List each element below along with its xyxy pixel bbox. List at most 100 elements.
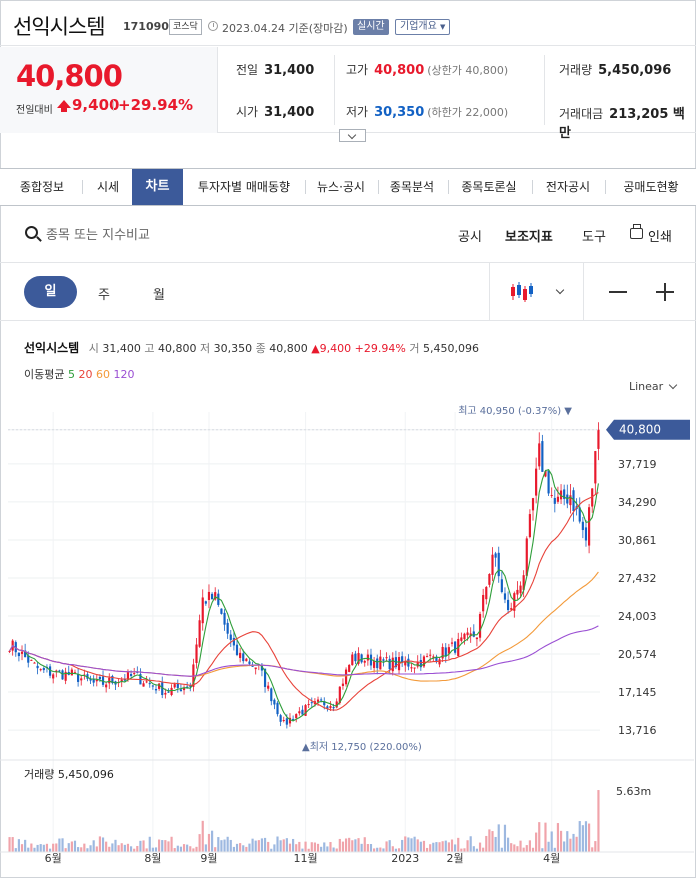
moving-average-legend[interactable]: 이동평균 5 20 60 120 bbox=[24, 366, 134, 382]
tab-discussion[interactable]: 종목토론실 bbox=[451, 169, 527, 205]
period-week-button[interactable]: 주 bbox=[98, 284, 110, 303]
tab-quotes[interactable]: 시세 bbox=[88, 169, 128, 205]
candle-body bbox=[145, 681, 148, 683]
tab-short-selling[interactable]: 공매도현황 bbox=[609, 169, 693, 205]
candle-body bbox=[584, 527, 588, 541]
zoom-out-button[interactable] bbox=[609, 291, 627, 293]
volume-bar bbox=[189, 846, 192, 852]
volume-bar bbox=[55, 843, 58, 852]
scale-dropdown[interactable]: Linear bbox=[629, 380, 663, 393]
volume-bar bbox=[251, 838, 254, 852]
period-bar: 일 주 월 bbox=[0, 263, 696, 321]
realtime-button[interactable]: 실시간 bbox=[353, 19, 389, 35]
volume-bar bbox=[148, 836, 151, 852]
volume-bar bbox=[413, 836, 416, 852]
tools-button[interactable]: 도구 bbox=[582, 226, 606, 245]
candle-body bbox=[195, 644, 198, 663]
divider bbox=[334, 55, 335, 125]
volume-bar bbox=[95, 846, 98, 852]
tab-disclosure[interactable]: 전자공시 bbox=[535, 169, 601, 205]
trade-amount: 거래대금 213,205 백만 bbox=[559, 103, 696, 141]
volume-bar bbox=[83, 843, 86, 852]
company-info-dropdown[interactable]: 기업개요 ▼ bbox=[395, 19, 451, 35]
candlestick-icon[interactable] bbox=[510, 281, 536, 303]
volume-bar bbox=[450, 839, 454, 852]
volume-bar bbox=[86, 848, 89, 852]
volume-bar bbox=[145, 848, 148, 852]
volume-bar bbox=[454, 844, 457, 852]
volume-bar bbox=[466, 840, 469, 852]
candle-body bbox=[363, 660, 366, 663]
candle-body bbox=[528, 514, 531, 538]
tab-chart[interactable]: 차트 bbox=[132, 169, 183, 205]
candle-body bbox=[229, 634, 232, 640]
volume-bar bbox=[344, 838, 348, 852]
volume-bar bbox=[154, 847, 158, 852]
quote-panel: 40,800 전일대비 9,400 +29.94% 전일 31,400 고가 40,… bbox=[0, 47, 696, 141]
candle-body bbox=[494, 553, 497, 558]
candle-body bbox=[581, 521, 584, 531]
tab-news[interactable]: 뉴스·공시 bbox=[308, 169, 374, 205]
volume-bar bbox=[376, 847, 379, 852]
candle-body bbox=[379, 656, 382, 670]
volume-bar bbox=[581, 825, 584, 852]
y-tick-label: 13,716 bbox=[618, 724, 657, 737]
candle-body bbox=[126, 672, 130, 680]
candle-body bbox=[301, 709, 304, 715]
volume-bar bbox=[329, 842, 332, 852]
current-price: 40,800 bbox=[16, 59, 123, 93]
period-day-button[interactable]: 일 bbox=[24, 276, 77, 308]
candle-body bbox=[475, 637, 479, 640]
candle-body bbox=[541, 441, 544, 472]
volume-bar bbox=[292, 838, 295, 852]
volume-bar bbox=[313, 842, 316, 852]
y-tick-label: 20,574 bbox=[618, 648, 657, 661]
expand-toggle-button[interactable] bbox=[339, 129, 366, 142]
volume-bar bbox=[569, 838, 572, 852]
candle-body bbox=[588, 507, 591, 546]
price-box: 40,800 전일대비 9,400 +29.94% bbox=[0, 47, 218, 133]
chevron-down-icon[interactable] bbox=[555, 285, 565, 295]
current-price-label: 40,800 bbox=[619, 423, 661, 437]
tab-investor-trading[interactable]: 투자자별 매매동향 bbox=[188, 169, 300, 205]
candle-body bbox=[198, 620, 201, 647]
print-button[interactable]: 인쇄 bbox=[648, 226, 672, 245]
candle-body bbox=[210, 593, 214, 600]
period-month-button[interactable]: 월 bbox=[153, 284, 165, 303]
volume-label: 거래량 5,450,096 bbox=[24, 768, 114, 781]
volume-bar bbox=[538, 822, 541, 852]
low-label: 저가 bbox=[346, 105, 369, 119]
stock-code: 171090 bbox=[123, 20, 169, 33]
y-tick-label: 30,861 bbox=[618, 534, 657, 547]
up-arrow-icon bbox=[57, 100, 71, 112]
chart-legend: 선익시스템 시 31,400 고 40,800 저 30,350 종 40,80… bbox=[24, 339, 479, 356]
x-tick-label: 2월 bbox=[447, 852, 464, 865]
volume-bar bbox=[373, 848, 376, 852]
volume-bar bbox=[326, 846, 329, 852]
candle-body bbox=[460, 637, 463, 641]
compare-search-input[interactable] bbox=[46, 224, 346, 246]
volume-bar bbox=[432, 842, 435, 852]
candle-body bbox=[454, 641, 457, 653]
tab-analysis[interactable]: 종목분석 bbox=[381, 169, 443, 205]
candle-body bbox=[95, 679, 98, 682]
x-tick-label: 6월 bbox=[45, 852, 62, 865]
divider bbox=[605, 180, 606, 194]
volume-bar bbox=[500, 847, 503, 852]
x-tick-label: 11월 bbox=[293, 852, 317, 865]
volume-bar bbox=[335, 848, 338, 852]
tab-overview[interactable]: 종합정보 bbox=[11, 169, 73, 205]
candle-body bbox=[482, 594, 485, 612]
zoom-in-button[interactable] bbox=[656, 283, 674, 301]
candle-body bbox=[401, 656, 404, 663]
candle-body bbox=[105, 684, 108, 688]
search-icon[interactable] bbox=[25, 226, 38, 239]
volume-bar bbox=[117, 845, 120, 852]
candle-body bbox=[385, 657, 388, 659]
price-chart[interactable]: 37,719 34,290 30,861 27,432 24,003 20,574 17,1… bbox=[0, 400, 694, 876]
candle-body bbox=[276, 702, 279, 715]
indicators-button[interactable]: 보조지표 bbox=[505, 226, 553, 245]
volume-bar bbox=[397, 848, 401, 852]
volume-bar bbox=[114, 839, 117, 852]
disclosure-button[interactable]: 공시 bbox=[458, 226, 482, 245]
